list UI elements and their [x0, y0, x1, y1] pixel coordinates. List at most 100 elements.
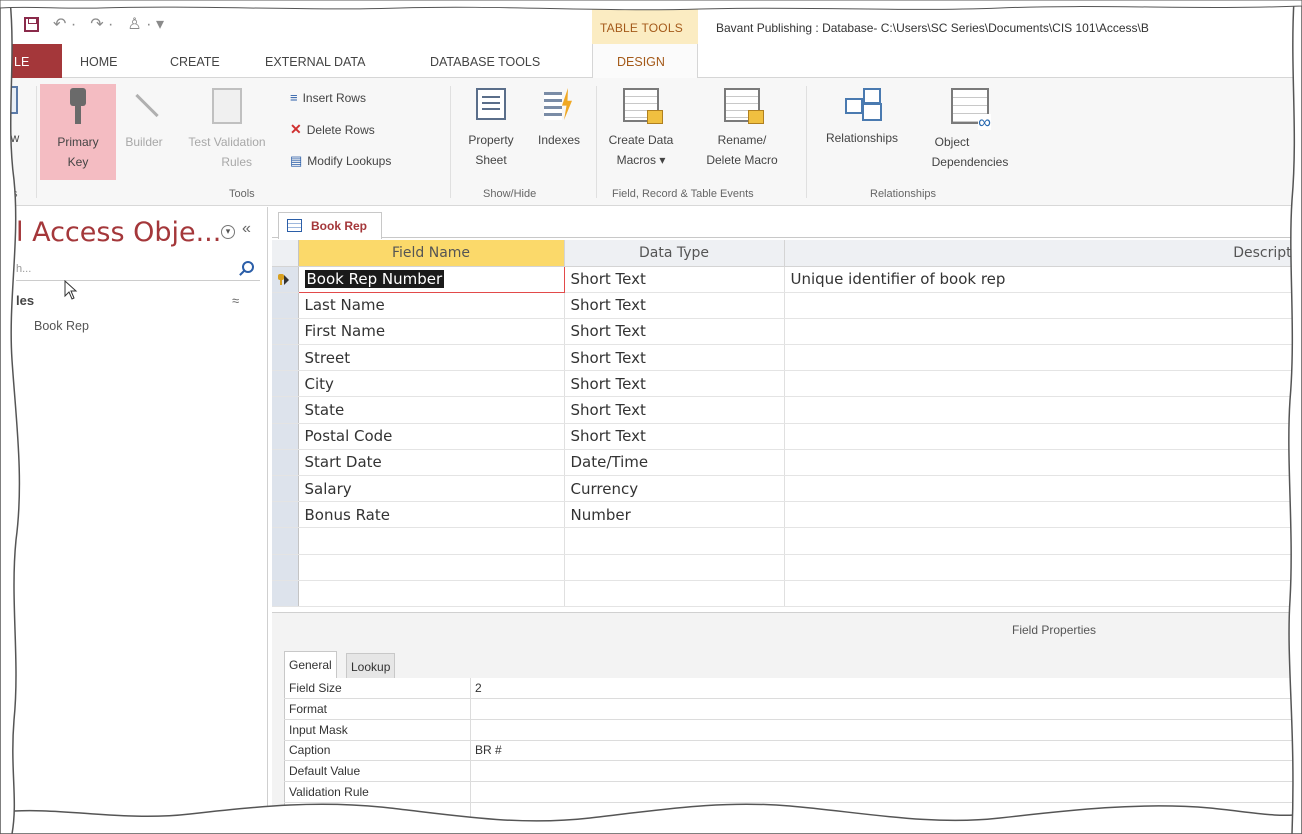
- property-value[interactable]: [470, 781, 1302, 803]
- insert-rows-button[interactable]: ≡ Insert Rows: [290, 90, 366, 105]
- nav-item-book-rep[interactable]: Book Rep: [34, 319, 89, 333]
- description-cell[interactable]: [784, 370, 1302, 398]
- tab-external-data[interactable]: EXTERNAL DATA: [265, 55, 365, 69]
- tab-home[interactable]: HOME: [80, 55, 118, 69]
- table-row[interactable]: State Short Text: [272, 396, 1302, 424]
- redo-icon[interactable]: ↷ ·: [90, 14, 113, 34]
- field-name-cell[interactable]: Postal Code: [298, 423, 565, 450]
- table-row[interactable]: Street Short Text: [272, 344, 1302, 372]
- table-row[interactable]: Start Date Date/Time: [272, 449, 1302, 477]
- nav-pane-title[interactable]: l Access Obje...: [16, 217, 221, 248]
- field-name-cell[interactable]: Bonus Rate: [298, 501, 565, 529]
- relationships-button[interactable]: Relationships: [810, 88, 914, 148]
- property-value[interactable]: [470, 698, 1302, 720]
- builder-button[interactable]: Builder: [116, 88, 172, 152]
- data-type-cell[interactable]: Short Text: [564, 396, 785, 424]
- description-cell[interactable]: [784, 501, 1302, 529]
- field-name-cell[interactable]: Salary: [298, 475, 565, 503]
- tab-database-tools[interactable]: DATABASE TOOLS: [430, 55, 540, 69]
- delete-rows-button[interactable]: ✕ Delete Rows: [290, 121, 375, 138]
- tab-general[interactable]: General: [284, 651, 337, 679]
- empty-row[interactable]: [272, 527, 1302, 555]
- description-cell[interactable]: [784, 475, 1302, 503]
- data-type-cell[interactable]: [564, 580, 785, 607]
- table-row[interactable]: First Name Short Text: [272, 318, 1302, 346]
- create-data-macros-button[interactable]: Create Data Macros ▾: [600, 88, 682, 170]
- tab-file[interactable]: LE: [0, 44, 62, 78]
- property-value[interactable]: BR #: [470, 740, 1302, 762]
- property-row[interactable]: Validation Text: [284, 802, 1302, 824]
- table-row[interactable]: Last Name Short Text: [272, 292, 1302, 319]
- field-name-cell[interactable]: Last Name: [298, 292, 565, 319]
- field-name-cell[interactable]: First Name: [298, 318, 565, 346]
- indexes-button[interactable]: Indexes: [526, 88, 592, 150]
- row-selector[interactable]: [272, 318, 299, 346]
- property-value[interactable]: [470, 719, 1302, 741]
- empty-row[interactable]: [272, 580, 1302, 607]
- search-icon[interactable]: [242, 261, 254, 273]
- row-selector[interactable]: [272, 475, 299, 503]
- table-row[interactable]: Postal Code Short Text: [272, 423, 1302, 450]
- field-name-cell[interactable]: [298, 527, 565, 555]
- description-cell[interactable]: [784, 580, 1302, 607]
- primary-key-button[interactable]: Primary Key: [40, 88, 116, 172]
- description-cell[interactable]: Unique identifier of book rep: [784, 266, 1302, 293]
- description-cell[interactable]: [784, 396, 1302, 424]
- nav-menu-icon[interactable]: ▾: [221, 225, 235, 239]
- description-cell[interactable]: [784, 292, 1302, 319]
- row-selector[interactable]: [272, 501, 299, 529]
- tab-design[interactable]: DESIGN: [592, 44, 698, 79]
- select-all-cell[interactable]: [272, 240, 299, 267]
- data-type-cell[interactable]: Short Text: [564, 292, 785, 319]
- tab-lookup[interactable]: Lookup: [346, 653, 396, 679]
- shutter-bar-collapse-icon[interactable]: «: [242, 220, 251, 238]
- data-type-cell[interactable]: Short Text: [564, 423, 785, 450]
- data-type-cell[interactable]: Short Text: [564, 266, 785, 293]
- field-name-cell[interactable]: [298, 554, 565, 581]
- row-selector[interactable]: [272, 423, 299, 450]
- data-type-cell[interactable]: Short Text: [564, 370, 785, 398]
- modify-lookups-button[interactable]: ▤ Modify Lookups: [290, 153, 391, 169]
- nav-group-tables[interactable]: les ≈: [16, 293, 260, 308]
- property-row[interactable]: Default Value: [284, 760, 1302, 782]
- tab-create[interactable]: CREATE: [170, 55, 220, 69]
- data-type-cell[interactable]: Date/Time: [564, 449, 785, 477]
- save-icon[interactable]: [24, 16, 39, 32]
- rename-delete-macro-button[interactable]: Rename/ Delete Macro: [688, 88, 796, 170]
- property-value[interactable]: [470, 802, 1302, 824]
- data-type-cell[interactable]: [564, 554, 785, 581]
- data-type-cell[interactable]: Short Text: [564, 344, 785, 372]
- field-name-cell[interactable]: [298, 580, 565, 607]
- property-row[interactable]: Field Size 2: [284, 678, 1302, 700]
- property-sheet-button[interactable]: Property Sheet: [456, 88, 526, 170]
- property-value[interactable]: [470, 760, 1302, 782]
- table-row[interactable]: Bonus Rate Number: [272, 501, 1302, 529]
- field-name-cell[interactable]: City: [298, 370, 565, 398]
- field-name-cell[interactable]: Book Rep Number: [297, 265, 565, 293]
- row-selector[interactable]: [272, 396, 299, 424]
- data-type-cell[interactable]: [564, 527, 785, 555]
- table-row[interactable]: City Short Text: [272, 370, 1302, 398]
- row-selector[interactable]: [272, 344, 299, 372]
- row-selector[interactable]: [272, 527, 299, 555]
- test-validation-rules-button[interactable]: Test Validation Rules: [172, 88, 282, 172]
- row-selector[interactable]: [272, 266, 299, 293]
- tab-book-rep[interactable]: Book Rep: [278, 212, 382, 239]
- row-selector[interactable]: [272, 370, 299, 398]
- property-row[interactable]: Format: [284, 698, 1302, 720]
- collapse-group-icon[interactable]: ≈: [232, 293, 239, 308]
- row-selector[interactable]: [272, 449, 299, 477]
- description-cell[interactable]: [784, 318, 1302, 346]
- field-name-cell[interactable]: Street: [298, 344, 565, 372]
- empty-row[interactable]: [272, 554, 1302, 581]
- description-cell[interactable]: [784, 449, 1302, 477]
- view-button[interactable]: ew r: [0, 86, 32, 168]
- data-type-cell[interactable]: Short Text: [564, 318, 785, 346]
- row-selector[interactable]: [272, 292, 299, 319]
- row-selector[interactable]: [272, 554, 299, 581]
- property-row[interactable]: Caption BR #: [284, 740, 1302, 762]
- property-row[interactable]: Input Mask: [284, 719, 1302, 741]
- undo-icon[interactable]: ↶ ·: [53, 14, 76, 34]
- description-cell[interactable]: [784, 423, 1302, 450]
- table-row[interactable]: Salary Currency: [272, 475, 1302, 503]
